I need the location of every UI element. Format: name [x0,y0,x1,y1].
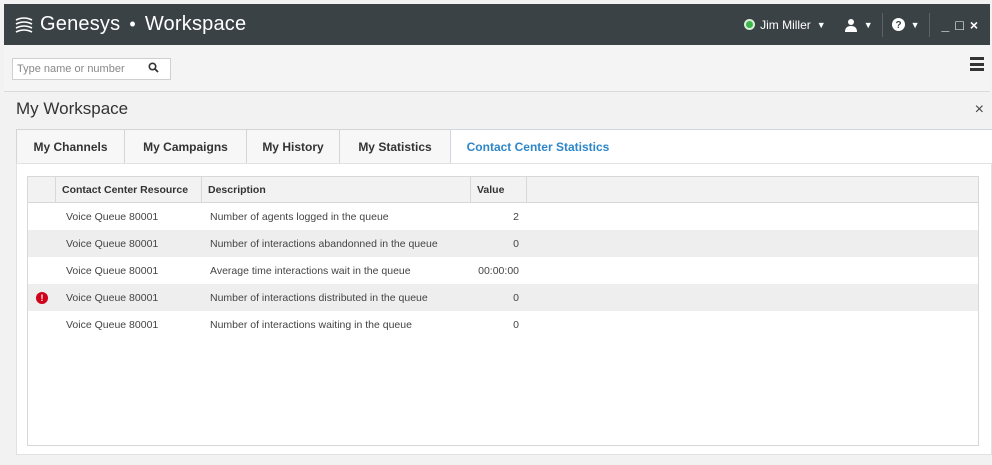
resource-cell: Voice Queue 80001 [66,264,159,277]
product-name: Workspace [144,13,247,35]
search-input[interactable] [13,60,143,78]
header-icon-col [28,177,56,202]
table-row[interactable]: ! Voice Queue 80001 Number of interactio… [28,284,978,311]
description-cell: Average time interactions wait in the qu… [210,264,411,277]
team-communicator-search[interactable] [12,58,171,80]
workspace-tabs: My Channels My Campaigns My History My S… [16,129,992,163]
brand-name: Genesys [40,13,121,35]
tab-my-statistics[interactable]: My Statistics [339,129,451,163]
row-icon-cell: ! [28,291,56,304]
header-description[interactable]: Description [202,177,471,202]
table-row[interactable]: Voice Queue 80001 Average time interacti… [28,257,978,284]
value-cell: 00:00:00 [478,264,519,277]
tab-my-history[interactable]: My History [246,129,340,163]
window-controls: _ □ × [930,4,990,45]
chevron-down-icon: ▼ [816,19,826,30]
minimize-icon[interactable]: _ [942,17,950,33]
tab-contact-center-statistics[interactable]: Contact Center Statistics [450,129,626,163]
description-cell: Number of interactions abandonned in the… [210,237,438,250]
search-icon[interactable] [143,62,163,76]
title-bar: Genesys • Workspace Jim Miller ▼ ▼ ? ▼ _ [4,4,990,45]
agent-icon [844,18,857,32]
app-brand: Genesys • Workspace [14,13,246,36]
table-row[interactable]: Voice Queue 80001 Number of interactions… [28,230,978,257]
table-row[interactable]: Voice Queue 80001 Number of agents logge… [28,203,978,230]
maximize-icon[interactable]: □ [955,17,963,33]
description-cell: Number of agents logged in the queue [210,210,389,223]
genesys-logo-icon [15,16,33,33]
resource-cell: Voice Queue 80001 [66,291,159,304]
resource-cell: Voice Queue 80001 [66,210,159,223]
description-cell: Number of interactions distributed in th… [210,291,428,304]
help-menu[interactable]: ? ▼ [883,4,929,45]
workspace-title: My Workspace [16,99,129,118]
main-menu-icon[interactable] [970,57,984,71]
help-icon: ? [891,18,905,31]
status-ready-icon [744,19,756,30]
statistics-panel: Contact Center Resource Description Valu… [16,163,992,455]
user-name: Jim Miller [760,17,811,32]
tab-strip-fill [625,129,992,163]
chevron-down-icon: ▼ [910,19,920,30]
svg-text:?: ? [895,20,901,31]
header-resource[interactable]: Contact Center Resource [56,177,202,202]
value-cell: 0 [513,291,519,304]
chevron-down-icon: ▼ [863,19,873,30]
tab-my-campaigns[interactable]: My Campaigns [124,129,247,163]
resource-cell: Voice Queue 80001 [66,318,159,331]
table-header: Contact Center Resource Description Valu… [28,177,978,203]
agent-menu[interactable]: ▼ [835,4,882,45]
resource-cell: Voice Queue 80001 [66,237,159,250]
table-row[interactable]: Voice Queue 80001 Number of interactions… [28,311,978,338]
alert-icon: ! [36,291,48,304]
user-status-menu[interactable]: Jim Miller ▼ [735,4,835,45]
value-cell: 0 [513,318,519,331]
description-cell: Number of interactions waiting in the qu… [210,318,412,331]
brand-separator: • [129,14,136,34]
statistics-table: Contact Center Resource Description Valu… [27,176,979,446]
value-cell: 2 [513,210,519,223]
tab-my-channels[interactable]: My Channels [16,129,125,163]
close-workspace-icon[interactable]: × [975,101,984,119]
header-value[interactable]: Value [471,177,527,202]
value-cell: 0 [513,237,519,250]
close-window-icon[interactable]: × [970,17,978,33]
search-bar [4,45,990,92]
